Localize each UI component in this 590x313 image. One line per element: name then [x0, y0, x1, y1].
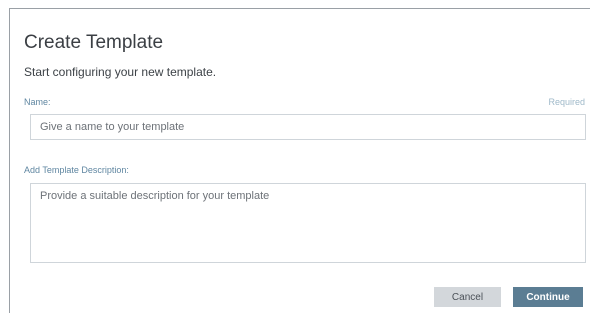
- template-name-input[interactable]: [30, 114, 586, 140]
- dialog-title: Create Template: [24, 32, 164, 53]
- create-template-dialog: Create Template Start configuring your n…: [0, 0, 590, 313]
- dialog-left-border: [9, 8, 10, 313]
- description-label: Add Template Description:: [24, 165, 129, 175]
- dialog-subtitle: Start configuring your new template.: [24, 65, 217, 79]
- name-label: Name:: [24, 97, 51, 107]
- template-description-textarea[interactable]: [30, 183, 586, 263]
- dialog-top-border: [9, 8, 590, 9]
- continue-button[interactable]: Continue: [513, 287, 583, 307]
- cancel-button[interactable]: Cancel: [434, 287, 501, 307]
- required-hint: Required: [548, 97, 585, 107]
